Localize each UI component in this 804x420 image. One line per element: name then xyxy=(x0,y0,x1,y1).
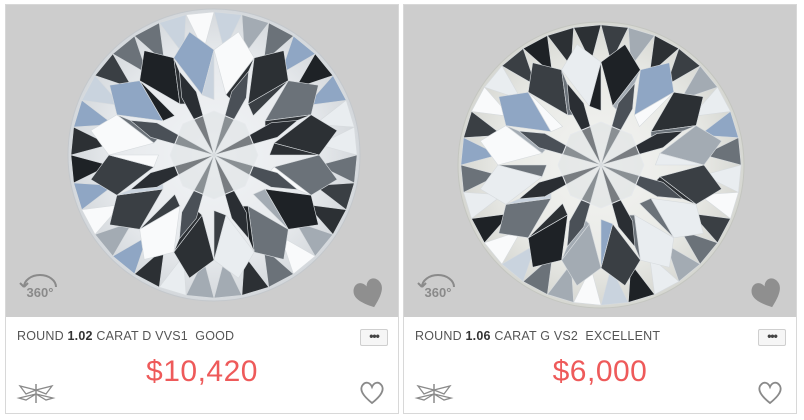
diamond-card[interactable]: 360° ROUND 1.02 CARAT D VVS1 GOOD ••• $1… xyxy=(5,4,399,414)
heart-outline-icon[interactable] xyxy=(756,380,784,406)
price: $6,000 xyxy=(552,355,648,388)
diamond-table xyxy=(169,110,259,200)
heart-solid-icon[interactable] xyxy=(350,275,388,311)
carat-value: 1.02 xyxy=(67,329,93,343)
carat-unit: CARAT xyxy=(494,329,537,343)
dragonfly-logo-icon xyxy=(414,384,454,403)
card-info: ROUND 1.06 CARAT G VS2 EXCELLENT ••• $6,… xyxy=(404,317,796,413)
360-view-icon[interactable]: 360° xyxy=(416,267,460,303)
badge-360-label: 360° xyxy=(425,285,452,300)
shape-label: ROUND xyxy=(17,329,64,343)
heart-outline-icon[interactable] xyxy=(358,380,386,406)
diamond-card[interactable]: 360° ROUND 1.06 CARAT G VS2 EXCELLENT ••… xyxy=(403,4,797,414)
grade-label: G VS2 EXCELLENT xyxy=(540,329,661,343)
diamond-title[interactable]: ROUND 1.06 CARAT G VS2 EXCELLENT xyxy=(415,329,660,343)
price: $10,420 xyxy=(146,355,258,388)
more-options-button[interactable]: ••• xyxy=(758,329,786,346)
card-info: ROUND 1.02 CARAT D VVS1 GOOD ••• $10,420 xyxy=(6,317,398,413)
carat-value: 1.06 xyxy=(465,329,491,343)
carat-unit: CARAT xyxy=(96,329,139,343)
360-view-icon[interactable]: 360° xyxy=(18,267,62,303)
diamond-image[interactable]: 360° xyxy=(6,5,398,317)
heart-solid-icon[interactable] xyxy=(748,275,786,311)
more-options-button[interactable]: ••• xyxy=(360,329,388,346)
diamond-table xyxy=(557,121,645,209)
diamond-photo xyxy=(67,8,361,302)
dragonfly-logo-icon xyxy=(16,384,56,403)
diamond-image[interactable]: 360° xyxy=(404,5,796,317)
shape-label: ROUND xyxy=(415,329,462,343)
grade-label: D VVS1 GOOD xyxy=(142,329,235,343)
badge-360-label: 360° xyxy=(27,285,54,300)
diamond-title[interactable]: ROUND 1.02 CARAT D VVS1 GOOD xyxy=(17,329,234,343)
diamond-photo xyxy=(457,21,745,309)
